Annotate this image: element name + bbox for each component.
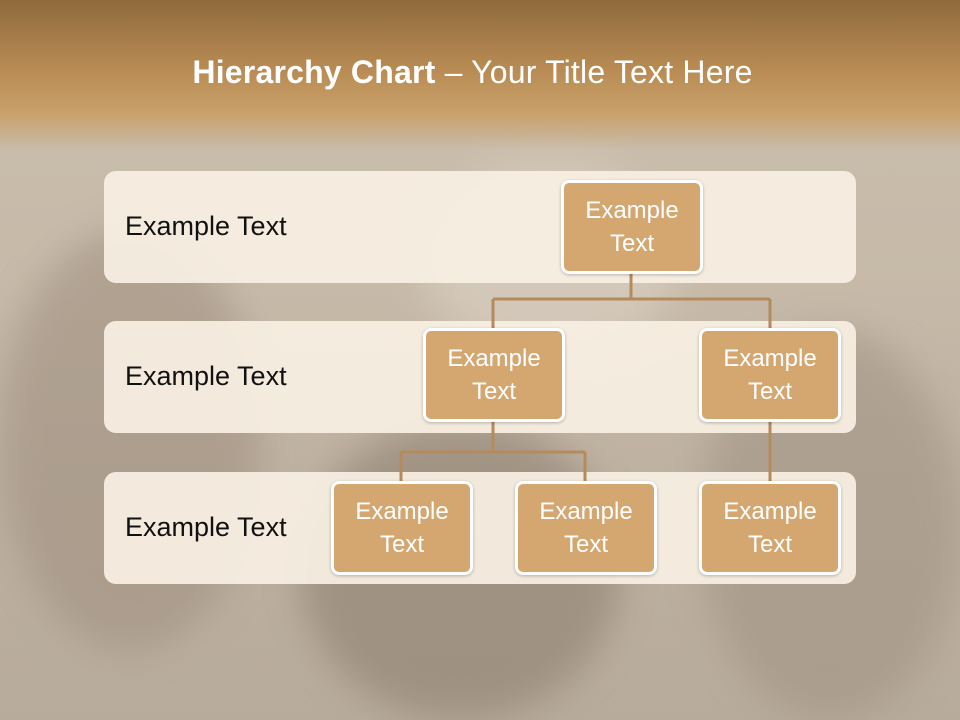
node-level2-right[interactable]: Example Text [699,328,841,422]
node-level3-a-label: Example Text [355,498,449,558]
node-root[interactable]: Example Text [561,180,703,274]
slide: Hierarchy Chart – Your Title Text Here E… [0,0,960,720]
node-root-label: Example Text [585,197,679,257]
node-level3-c[interactable]: Example Text [699,481,841,575]
connector-root [491,272,772,330]
node-level3-c-label: Example Text [723,498,817,558]
node-level3-b-label: Example Text [539,498,633,558]
connector-left [399,420,587,482]
node-level3-a[interactable]: Example Text [331,481,473,575]
node-level2-left-label: Example Text [447,345,541,405]
node-level2-right-label: Example Text [723,345,817,405]
node-level2-left[interactable]: Example Text [423,328,565,422]
node-level3-b[interactable]: Example Text [515,481,657,575]
